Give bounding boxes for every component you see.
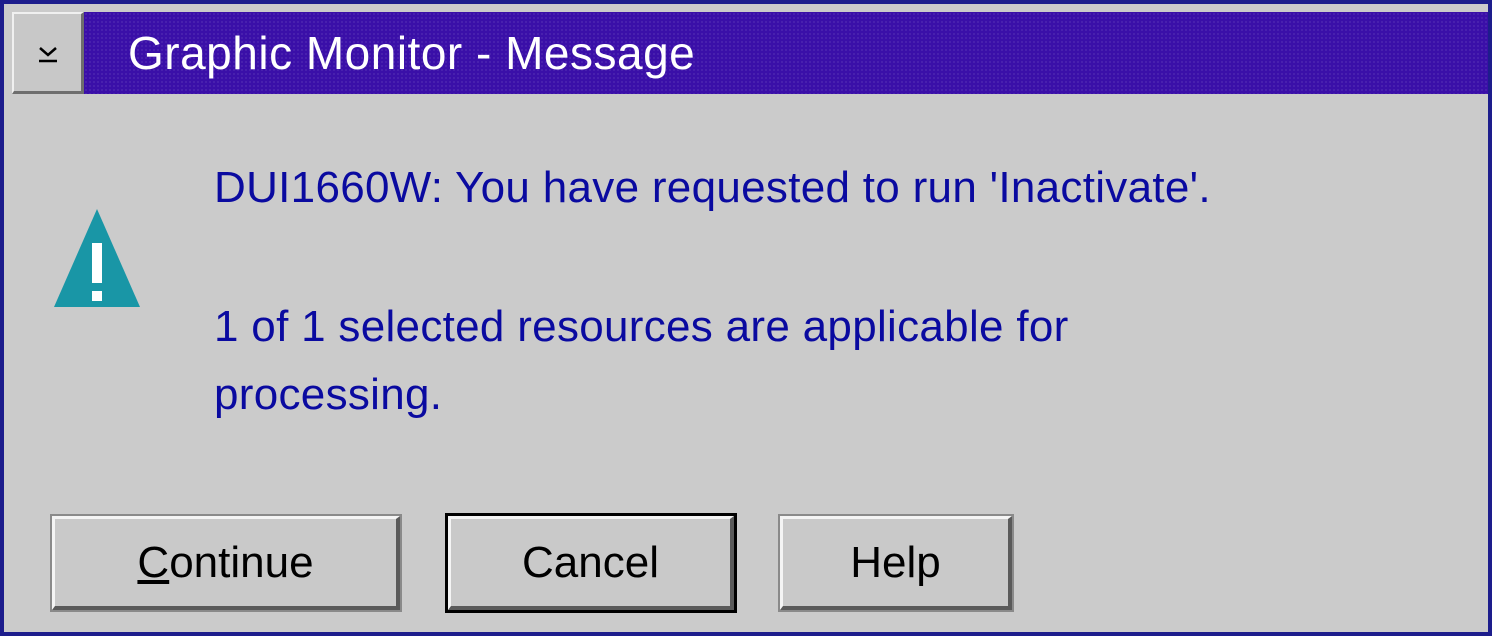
cancel-button[interactable]: Cancel [445,513,737,613]
system-menu-icon [38,46,57,62]
continue-accelerator: C [137,537,170,587]
system-menu-button[interactable] [12,12,84,94]
message-line-1: DUI1660W: You have requested to run 'Ina… [214,163,1211,212]
window-title: Graphic Monitor - Message [128,27,696,79]
warning-icon [54,209,140,307]
cancel-label: Cancel [522,537,659,587]
help-button[interactable]: Help [778,514,1014,612]
continue-button[interactable]: Continue [50,514,402,612]
message-dialog: Graphic Monitor - Message DUI1660W: You … [0,0,1492,636]
message-line-2: 1 of 1 selected resources are applicable… [214,302,1069,351]
continue-label: ontinue [169,537,314,587]
message-line-3: processing. [214,370,443,419]
help-label: Help [850,537,941,587]
